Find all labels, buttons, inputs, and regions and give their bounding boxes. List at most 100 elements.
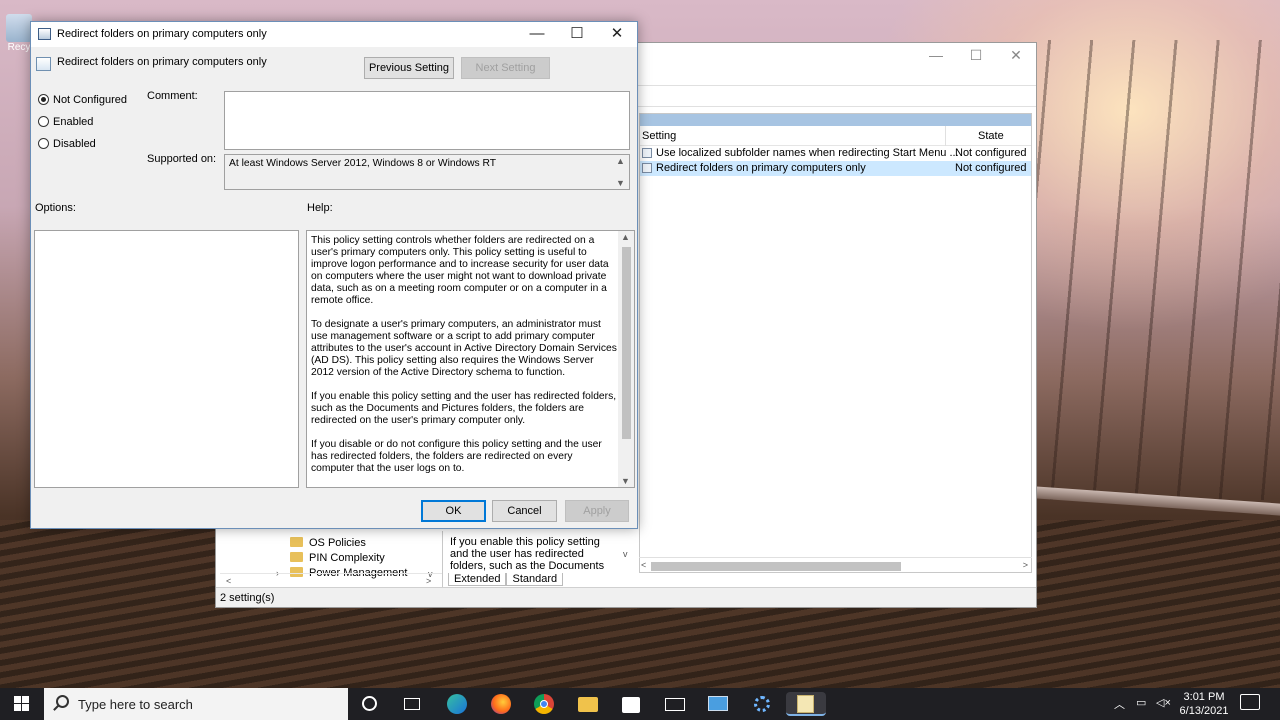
- show-hidden-icons-chevron-icon[interactable]: ︿: [1114, 696, 1125, 720]
- supported-on-field: At least Windows Server 2012, Windows 8 …: [224, 154, 630, 190]
- taskbar: Type here to search ︿ ▭ ◁× 3:01 PM 6/13/…: [0, 688, 1280, 720]
- column-separator[interactable]: [945, 126, 946, 146]
- radio-disabled[interactable]: Disabled: [38, 138, 96, 150]
- gear-app-icon[interactable]: [750, 692, 774, 716]
- settings-horizontal-scrollbar[interactable]: < >: [639, 557, 1032, 573]
- ok-button[interactable]: OK: [421, 500, 486, 522]
- help-label: Help:: [307, 202, 333, 214]
- setting-name: Use localized subfolder names when redir…: [656, 147, 959, 159]
- apply-button[interactable]: Apply: [565, 500, 629, 522]
- server-manager-icon[interactable]: [706, 692, 730, 716]
- settings-row-selected[interactable]: Redirect folders on primary computers on…: [640, 161, 1031, 176]
- maximize-button[interactable]: ☐: [557, 24, 597, 44]
- recycle-bin-icon: [6, 14, 32, 42]
- column-state[interactable]: State: [978, 130, 1004, 142]
- setting-name: Redirect folders on primary computers on…: [656, 162, 866, 174]
- volume-muted-icon[interactable]: ◁×: [1156, 696, 1171, 720]
- next-setting-button[interactable]: Next Setting: [461, 57, 550, 79]
- scroll-thumb[interactable]: [651, 562, 901, 571]
- previous-setting-button[interactable]: Previous Setting: [364, 57, 454, 79]
- folder-icon: [290, 552, 303, 562]
- windows-logo-pane: [14, 704, 21, 711]
- help-scrollbar[interactable]: ▲ ▼: [618, 231, 634, 487]
- scroll-down-icon[interactable]: ▼: [621, 476, 630, 486]
- scroll-left-icon[interactable]: <: [641, 560, 646, 570]
- status-text: 2 setting(s): [220, 592, 275, 604]
- windows-logo-pane: [22, 696, 29, 703]
- taskbar-search-box[interactable]: Type here to search: [44, 688, 348, 720]
- supported-on-value: At least Windows Server 2012, Windows 8 …: [229, 158, 497, 169]
- scroll-down-icon[interactable]: ▼: [616, 178, 625, 188]
- mail-icon[interactable]: [663, 692, 687, 716]
- radio-not-configured[interactable]: Not Configured: [38, 94, 127, 106]
- network-icon[interactable]: ▭: [1136, 696, 1146, 720]
- pane-divider[interactable]: [442, 531, 443, 589]
- column-setting[interactable]: Setting: [642, 130, 676, 142]
- policy-icon: [642, 148, 652, 158]
- supported-on-label: Supported on:: [147, 153, 217, 165]
- clock-time: 3:01 PM: [1183, 691, 1225, 703]
- file-explorer-icon[interactable]: [576, 692, 600, 716]
- dialog-title: Redirect folders on primary computers on…: [57, 28, 267, 40]
- task-view-icon[interactable]: [400, 692, 424, 716]
- search-icon: [56, 695, 69, 708]
- store-icon[interactable]: [619, 692, 643, 716]
- notifications-icon[interactable]: [1240, 694, 1260, 710]
- wallpaper-trees: [1030, 40, 1280, 500]
- scroll-up-icon[interactable]: ▲: [621, 232, 630, 242]
- windows-logo-pane: [22, 704, 29, 711]
- radio-indicator: [38, 116, 49, 127]
- cancel-button[interactable]: Cancel: [492, 500, 557, 522]
- help-text: This policy setting controls whether fol…: [311, 235, 617, 487]
- settings-column-headers: Setting State: [640, 126, 1031, 146]
- bg-minimize-button[interactable]: —: [914, 47, 958, 69]
- help-paragraph: This policy setting controls whether fol…: [311, 235, 609, 306]
- start-button[interactable]: [0, 688, 44, 720]
- scroll-thumb[interactable]: [622, 247, 631, 439]
- setting-state: Not configured: [955, 162, 1027, 174]
- tree-item-pin-complexity[interactable]: PIN Complexity: [290, 552, 385, 564]
- system-clock[interactable]: 3:01 PM 6/13/2021: [1176, 690, 1232, 718]
- comment-label: Comment:: [147, 90, 198, 102]
- comment-textarea[interactable]: [224, 91, 630, 150]
- close-button[interactable]: ✕: [597, 24, 637, 44]
- recycle-bin-label: Recy: [7, 42, 31, 53]
- status-bar: 2 setting(s): [216, 587, 1036, 607]
- options-label: Options:: [35, 202, 76, 214]
- supported-scrollbar[interactable]: ▲ ▼: [613, 155, 629, 189]
- bg-close-button[interactable]: ✕: [994, 47, 1038, 69]
- policy-setting-dialog: Redirect folders on primary computers on…: [30, 21, 638, 529]
- edge-icon[interactable]: [445, 692, 469, 716]
- help-paragraph: If you disable or do not configure this …: [311, 439, 602, 474]
- description-scroll-down-icon[interactable]: v: [623, 548, 628, 560]
- settings-row[interactable]: Use localized subfolder names when redir…: [640, 146, 1031, 161]
- setting-icon: [36, 57, 51, 71]
- help-paragraph: If you enable this policy setting and th…: [311, 391, 617, 426]
- cortana-icon[interactable]: [358, 692, 382, 716]
- chrome-icon[interactable]: [532, 692, 556, 716]
- pane-header-band: [640, 114, 1031, 126]
- tree-horizontal-scrollbar[interactable]: < >: [220, 573, 442, 587]
- tab-standard[interactable]: Standard: [506, 573, 564, 586]
- policy-icon: [38, 28, 51, 40]
- view-tabs: Extended Standard: [448, 573, 564, 587]
- clock-date: 6/13/2021: [1179, 705, 1229, 717]
- options-panel: [34, 230, 299, 488]
- minimize-button[interactable]: —: [517, 24, 557, 44]
- bg-maximize-button[interactable]: ☐: [954, 47, 998, 69]
- tree-item-os-policies[interactable]: OS Policies: [290, 537, 366, 549]
- help-paragraph: To designate a user's primary computers,…: [311, 319, 617, 378]
- scroll-right-icon[interactable]: >: [1023, 560, 1028, 570]
- tab-extended[interactable]: Extended: [448, 573, 507, 586]
- policy-icon: [642, 163, 652, 173]
- scroll-right-icon[interactable]: >: [426, 576, 431, 586]
- dialog-titlebar[interactable]: Redirect folders on primary computers on…: [31, 22, 637, 47]
- folder-icon: [290, 537, 303, 547]
- scroll-up-icon[interactable]: ▲: [616, 156, 625, 166]
- windows-logo-icon: [14, 696, 21, 703]
- radio-enabled[interactable]: Enabled: [38, 116, 93, 128]
- scroll-left-icon[interactable]: <: [226, 576, 231, 586]
- firefox-icon[interactable]: [489, 692, 513, 716]
- policy-tree: OS Policies PIN Complexity Power Managem…: [220, 531, 440, 579]
- group-policy-taskbar-icon[interactable]: [786, 692, 826, 716]
